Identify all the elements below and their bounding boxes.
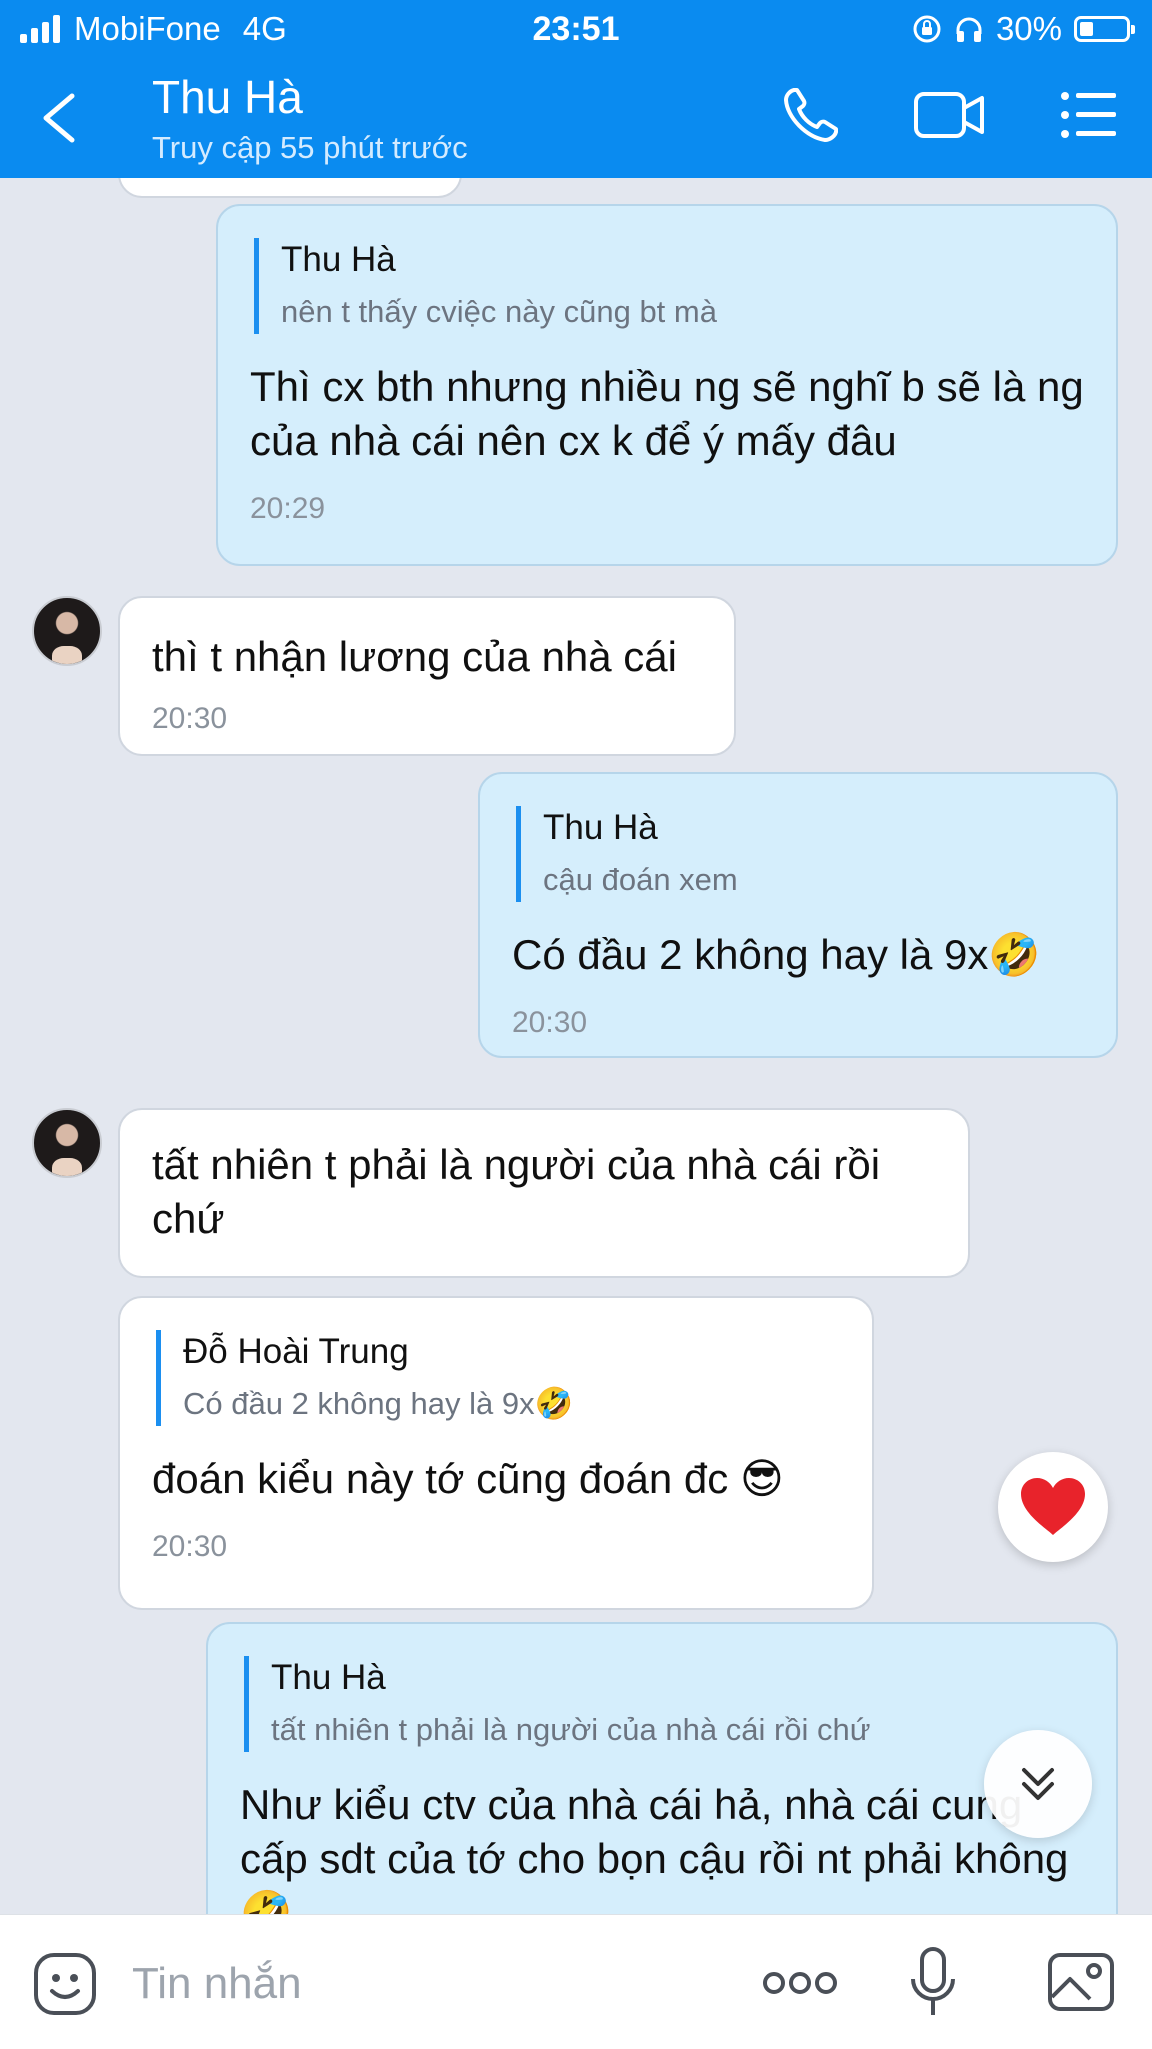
message-bubble-received[interactable]: Đỗ Hoài Trung Có đầu 2 không hay là 9x🤣 … bbox=[118, 1296, 874, 1610]
message-bubble-received[interactable]: thì t nhận lương của nhà cái 20:30 bbox=[118, 596, 736, 756]
contact-avatar[interactable] bbox=[32, 1108, 102, 1178]
message-bubble-sent[interactable]: Thu Hà nên t thấy cviệc này cũng bt mà T… bbox=[216, 204, 1118, 566]
status-bar: MobiFone 4G 23:51 30% bbox=[0, 0, 1152, 58]
quote-text: nên t thấy cviệc này cũng bt mà bbox=[281, 294, 717, 329]
microphone-icon[interactable] bbox=[908, 1945, 958, 2021]
battery-icon bbox=[1074, 16, 1135, 42]
reply-quote[interactable]: Thu Hà cậu đoán xem bbox=[516, 806, 1084, 902]
contact-name[interactable]: Thu Hà bbox=[152, 70, 303, 124]
message-time: 20:30 bbox=[152, 1530, 228, 1563]
message-time: 20:30 bbox=[152, 702, 228, 735]
back-arrow-icon[interactable] bbox=[30, 78, 90, 158]
message-bubble-sent[interactable]: Thu Hà tất nhiên t phải là người của nhà… bbox=[206, 1622, 1118, 1914]
quote-author: Thu Hà bbox=[271, 1658, 386, 1697]
quote-author: Thu Hà bbox=[543, 808, 658, 847]
menu-list-icon[interactable] bbox=[1058, 84, 1120, 146]
sticker-icon[interactable] bbox=[32, 1951, 98, 2017]
video-call-icon[interactable] bbox=[912, 84, 988, 146]
headphones-icon bbox=[956, 17, 982, 42]
quote-text: tất nhiên t phải là người của nhà cái rồ… bbox=[271, 1712, 871, 1747]
message-input[interactable]: Tin nhắn bbox=[132, 1959, 302, 2009]
chat-header: MobiFone 4G 23:51 30% Thu Hà Truy cập 55… bbox=[0, 0, 1152, 178]
quote-text: cậu đoán xem bbox=[543, 862, 738, 897]
reply-quote[interactable]: Thu Hà tất nhiên t phải là người của nhà… bbox=[244, 1656, 1084, 1752]
message-time: 20:29 bbox=[250, 492, 326, 525]
double-chevron-down-icon bbox=[1022, 1768, 1054, 1800]
reply-quote[interactable]: Thu Hà nên t thấy cviệc này cũng bt mà bbox=[254, 238, 1084, 334]
quote-author: Thu Hà bbox=[281, 240, 396, 279]
message-text: Như kiểu ctv của nhà cái hả, nhà cái cun… bbox=[240, 1781, 1069, 1914]
quote-text: Có đầu 2 không hay là 9x🤣 bbox=[183, 1386, 574, 1421]
message-bubble-partial bbox=[118, 178, 462, 198]
message-text: Thì cx bth nhưng nhiều ng sẽ nghĩ b sẽ l… bbox=[250, 363, 1084, 464]
scroll-to-bottom-button[interactable] bbox=[984, 1730, 1092, 1838]
message-bubble-sent[interactable]: Thu Hà cậu đoán xem Có đầu 2 không hay l… bbox=[478, 772, 1118, 1058]
phone-icon[interactable] bbox=[780, 84, 842, 146]
quote-author: Đỗ Hoài Trung bbox=[183, 1332, 409, 1371]
status-right: 30% bbox=[912, 10, 1135, 48]
heart-icon bbox=[1021, 1478, 1085, 1535]
message-bubble-received[interactable]: tất nhiên t phải là người của nhà cái rồ… bbox=[118, 1108, 970, 1278]
message-composer: Tin nhắn bbox=[0, 1914, 1152, 2049]
contact-avatar[interactable] bbox=[32, 596, 102, 666]
image-icon[interactable] bbox=[1046, 1951, 1116, 2013]
battery-percent: 30% bbox=[995, 10, 1062, 47]
message-text: thì t nhận lương của nhà cái bbox=[152, 633, 677, 680]
more-options-icon[interactable] bbox=[762, 1969, 838, 1997]
message-text: đoán kiểu này tớ cũng đoán đc 😎 bbox=[152, 1455, 784, 1502]
message-text: tất nhiên t phải là người của nhà cái rồ… bbox=[152, 1141, 881, 1242]
message-time: 20:30 bbox=[512, 1006, 588, 1039]
orientation-lock-icon bbox=[913, 15, 941, 43]
contact-last-seen: Truy cập 55 phút trước bbox=[152, 130, 468, 165]
reaction-button[interactable] bbox=[998, 1452, 1108, 1562]
reply-quote[interactable]: Đỗ Hoài Trung Có đầu 2 không hay là 9x🤣 bbox=[156, 1330, 840, 1426]
message-text: Có đầu 2 không hay là 9x🤣 bbox=[512, 931, 1041, 978]
message-list[interactable]: Thu Hà nên t thấy cviệc này cũng bt mà T… bbox=[0, 178, 1152, 1914]
